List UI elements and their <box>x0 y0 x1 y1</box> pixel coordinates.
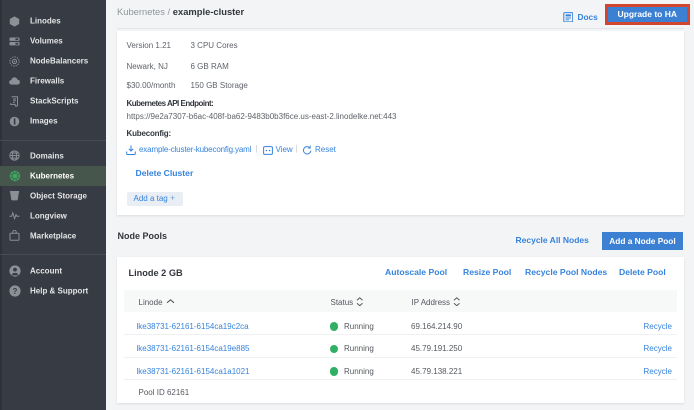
svg-text:?: ? <box>13 287 18 296</box>
